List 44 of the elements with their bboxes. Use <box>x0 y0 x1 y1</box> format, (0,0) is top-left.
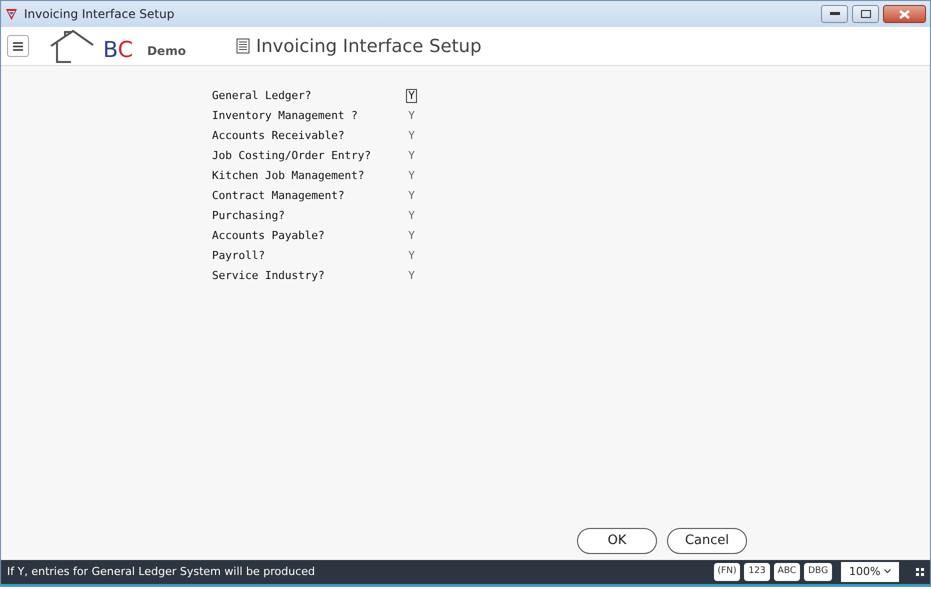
mode-key[interactable]: ABC <box>774 563 800 581</box>
input-field[interactable]: Y <box>406 189 417 203</box>
field-label: Inventory Management ? <box>212 108 359 124</box>
field-label: Service Industry? <box>212 268 326 284</box>
field-label: Contract Management? <box>212 188 346 204</box>
input-field[interactable]: Y <box>406 109 417 123</box>
input-field[interactable]: Y <box>406 249 417 263</box>
cancel-button[interactable]: Cancel <box>667 528 747 554</box>
input-field[interactable]: Y <box>406 229 417 243</box>
input-field[interactable]: Y <box>406 149 417 163</box>
maximize-icon <box>860 10 870 18</box>
close-icon <box>899 10 910 18</box>
document-icon <box>236 38 250 54</box>
minimize-button[interactable] <box>821 5 848 23</box>
field-label: Kitchen Job Management? <box>212 168 366 184</box>
input-field[interactable]: Y <box>406 269 417 283</box>
field-label: Accounts Receivable? <box>212 128 346 144</box>
input-field[interactable]: Y <box>406 129 417 143</box>
ok-button[interactable]: OK <box>577 528 657 554</box>
maximize-button[interactable] <box>852 5 879 23</box>
input-field[interactable]: Y <box>406 169 417 183</box>
input-field[interactable]: Y <box>406 209 417 223</box>
menu-icon <box>13 42 23 50</box>
mode-key[interactable]: 123 <box>744 563 770 581</box>
field-label: Job Costing/Order Entry? <box>212 148 372 164</box>
logo-text: BC <box>103 40 134 62</box>
field-label: Payroll? <box>212 248 266 264</box>
field-label: Accounts Payable? <box>212 228 326 244</box>
grid-icon[interactable] <box>916 568 924 576</box>
mode-key[interactable]: DBG <box>804 563 832 581</box>
window-title: Invoicing Interface Setup <box>24 6 174 23</box>
zoom-dropdown[interactable]: 100% <box>841 562 899 582</box>
chevron-down-icon <box>884 569 891 574</box>
menu-button[interactable] <box>7 35 29 57</box>
close-button[interactable] <box>883 5 926 23</box>
input-field[interactable]: Y <box>406 89 417 103</box>
status-message: If Y, entries for General Ledger System will be produced <box>7 564 316 580</box>
page-title: Invoicing Interface Setup <box>256 34 482 58</box>
logo-subtitle: Demo <box>147 43 186 60</box>
field-label: Purchasing? <box>212 208 286 224</box>
app-icon <box>5 8 18 20</box>
mode-key[interactable]: (FN) <box>714 563 740 581</box>
field-label: General Ledger? <box>212 88 312 104</box>
minimize-icon <box>830 12 840 16</box>
